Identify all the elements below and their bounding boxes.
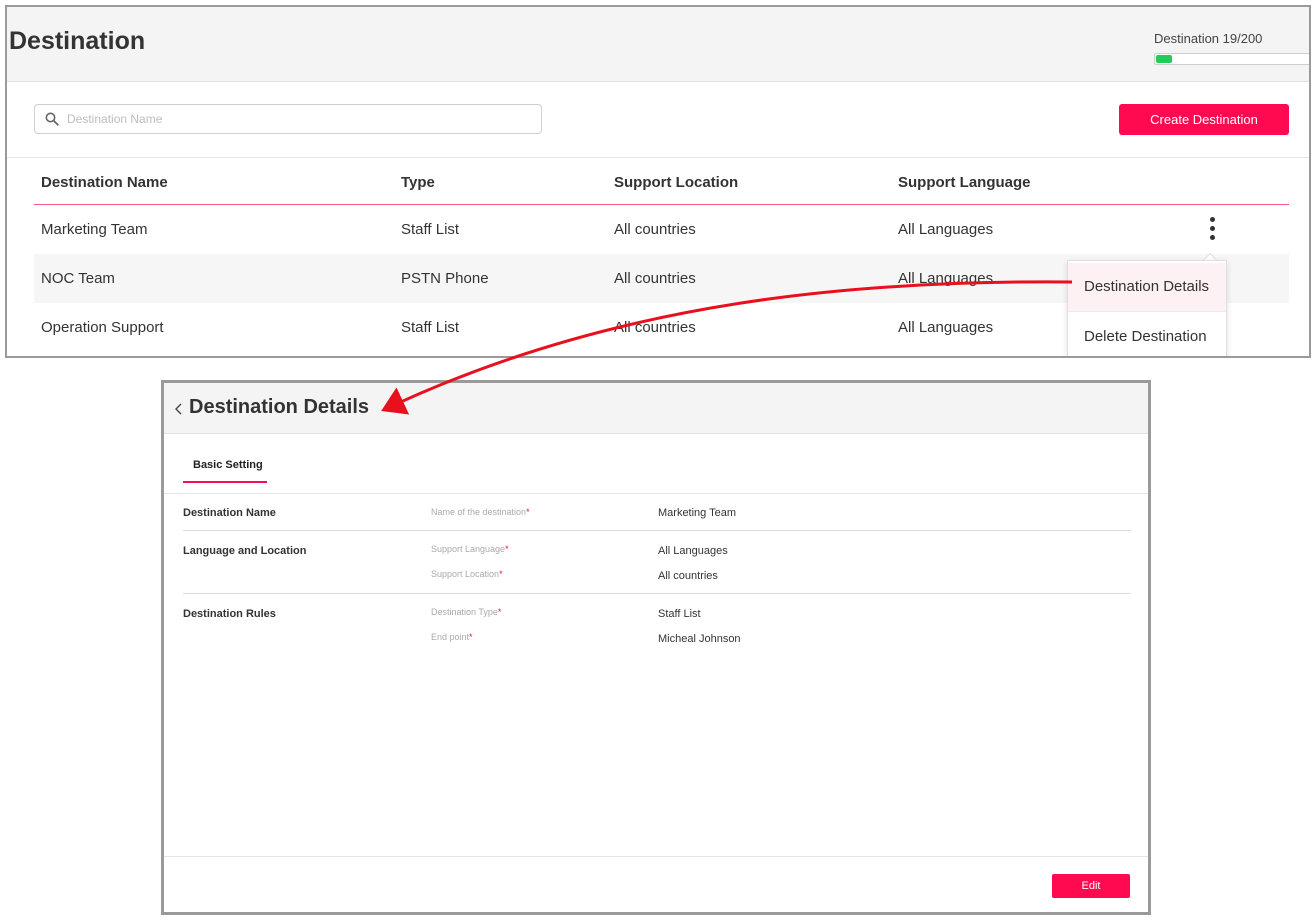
field-value-end-point: Micheal Johnson — [658, 633, 741, 645]
cell-destination-name: NOC Team — [41, 270, 115, 287]
create-destination-button[interactable]: Create Destination — [1119, 104, 1289, 135]
field-label-destination-type: Destination Type* — [431, 607, 502, 617]
menu-item-delete-destination[interactable]: Delete Destination — [1068, 313, 1226, 356]
column-header-support-location[interactable]: Support Location — [614, 174, 738, 191]
edit-button[interactable]: Edit — [1052, 874, 1130, 898]
column-header-support-language[interactable]: Support Language — [898, 174, 1031, 191]
kebab-menu-icon[interactable] — [1207, 217, 1217, 243]
table-row[interactable]: Marketing Team Staff List All countries … — [34, 205, 1289, 254]
cell-type: PSTN Phone — [401, 270, 489, 287]
tab-basic-setting[interactable]: Basic Setting — [183, 453, 267, 483]
cell-support-language: All Languages — [898, 221, 994, 238]
divider — [183, 530, 1131, 531]
field-value-support-location: All countries — [658, 570, 718, 582]
divider — [164, 856, 1148, 857]
cell-support-location: All countries — [614, 270, 696, 287]
table-header: Destination Name Type Support Location S… — [34, 159, 1289, 205]
search-input[interactable] — [67, 105, 527, 133]
section-title-destination-name: Destination Name — [183, 507, 276, 519]
column-header-destination-name[interactable]: Destination Name — [41, 174, 168, 191]
divider — [164, 493, 1148, 494]
field-value-destination-type: Staff List — [658, 608, 701, 620]
row-context-menu: Destination Details Delete Destination — [1067, 260, 1227, 356]
destination-list-screen: Destination Destination 19/200 Create De… — [5, 5, 1311, 358]
page-header: Destination Destination 19/200 — [7, 7, 1309, 82]
divider — [7, 157, 1309, 158]
cell-support-language: All Languages — [898, 270, 994, 287]
quota-progress-bar — [1154, 53, 1309, 65]
cell-support-language: All Languages — [898, 319, 994, 336]
column-header-type[interactable]: Type — [401, 174, 435, 191]
menu-item-destination-details[interactable]: Destination Details — [1068, 263, 1226, 312]
cell-support-location: All countries — [614, 319, 696, 336]
field-label-support-language: Support Language* — [431, 544, 509, 554]
section-title-language-location: Language and Location — [183, 545, 307, 557]
cell-type: Staff List — [401, 319, 460, 336]
details-header: Destination Details — [164, 383, 1148, 434]
search-box[interactable] — [34, 104, 542, 134]
field-value-name: Marketing Team — [658, 507, 737, 519]
field-label-name: Name of the destination* — [431, 507, 530, 517]
chevron-left-icon[interactable] — [174, 401, 184, 417]
cell-type: Staff List — [401, 221, 460, 238]
divider — [183, 593, 1131, 594]
cell-destination-name: Marketing Team — [41, 221, 148, 238]
quota-progress-fill — [1156, 55, 1172, 63]
details-title: Destination Details — [189, 396, 370, 418]
page-title: Destination — [9, 27, 146, 55]
search-icon — [45, 112, 59, 126]
cell-destination-name: Operation Support — [41, 319, 164, 336]
section-title-destination-rules: Destination Rules — [183, 608, 276, 620]
field-value-support-language: All Languages — [658, 545, 728, 557]
cell-support-location: All countries — [614, 221, 696, 238]
field-label-end-point: End point* — [431, 632, 473, 642]
quota-label: Destination 19/200 — [1154, 31, 1263, 46]
destination-details-screen: Destination Details Basic Setting Destin… — [161, 380, 1151, 915]
field-label-support-location: Support Location* — [431, 569, 503, 579]
